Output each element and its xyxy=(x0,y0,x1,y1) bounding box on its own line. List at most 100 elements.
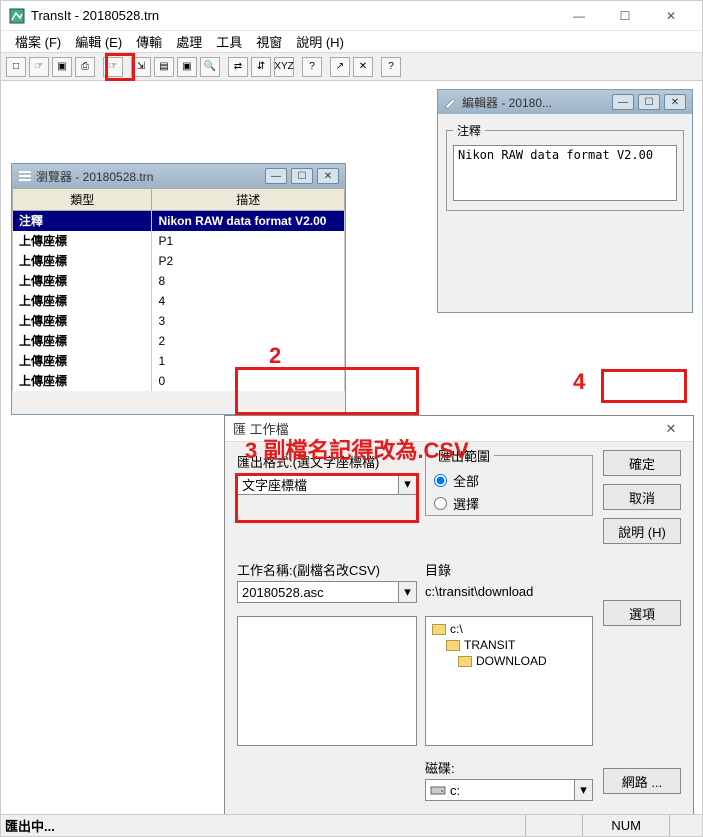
disk-combo[interactable]: c: ▾ xyxy=(425,779,593,801)
close-button[interactable]: ✕ xyxy=(648,1,694,31)
col-desc[interactable]: 描述 xyxy=(152,189,345,211)
status-empty2 xyxy=(669,815,702,836)
cell-desc: 0 xyxy=(152,371,345,391)
export-dialog: 匯 工作檔 ✕ 匯出格式:(選文字座標檔) 文字座標檔 ▾ 匯出範圍 xyxy=(224,415,694,835)
browser-close[interactable]: ✕ xyxy=(317,168,339,184)
name-label: 工作名稱:(副檔名改CSV) xyxy=(237,560,417,579)
browser-maximize[interactable]: ☐ xyxy=(291,168,313,184)
range-fieldset: 匯出範圍 全部 選擇 xyxy=(425,446,593,516)
col-type[interactable]: 類型 xyxy=(13,189,152,211)
menu-tools[interactable]: 工具 xyxy=(210,30,248,53)
browser-minimize[interactable]: — xyxy=(265,168,287,184)
folder-open-icon xyxy=(432,624,446,635)
folder-tree[interactable]: c:\ TRANSIT DOWNLOAD xyxy=(425,616,593,746)
toolbar-button-7[interactable]: ⇲ xyxy=(131,57,151,77)
toolbar-button-0[interactable]: □ xyxy=(6,57,26,77)
network-button[interactable]: 網路 ... xyxy=(603,768,681,794)
window-title: TransIt - 20180528.trn xyxy=(31,8,556,23)
toolbar-button-5[interactable]: ☞ xyxy=(103,57,123,77)
toolbar-button-2[interactable]: ▣ xyxy=(52,57,72,77)
tree-root[interactable]: c:\ xyxy=(430,621,588,637)
cell-desc: 4 xyxy=(152,291,345,311)
cell-type: 注釋 xyxy=(13,211,152,231)
range-all-radio[interactable] xyxy=(434,474,447,487)
editor-maximize[interactable]: ☐ xyxy=(638,94,660,110)
browser-window: 瀏覽器 - 20180528.trn — ☐ ✕ 類型 描述 注釋Nikon R… xyxy=(11,163,346,415)
cell-desc: P2 xyxy=(152,251,345,271)
format-value: 文字座標檔 xyxy=(242,475,307,494)
maximize-button[interactable]: ☐ xyxy=(602,1,648,31)
cell-desc: Nikon RAW data format V2.00 xyxy=(152,211,345,231)
help-button[interactable]: 說明 (H) xyxy=(603,518,681,544)
format-combo[interactable]: 文字座標檔 ▾ xyxy=(237,473,417,495)
range-all[interactable]: 全部 xyxy=(434,471,584,490)
main-window: TransIt - 20180528.trn — ☐ ✕ 檔案 (F) 編輯 (… xyxy=(0,0,703,837)
toolbar-button-10[interactable]: 🔍 xyxy=(200,57,220,77)
editor-titlebar: 編輯器 - 20180... — ☐ ✕ xyxy=(438,90,692,114)
file-listbox[interactable] xyxy=(237,616,417,746)
toolbar-button-14[interactable]: XYZ xyxy=(274,57,294,77)
cell-desc: P1 xyxy=(152,231,345,251)
toolbar-button-3[interactable]: ⎙ xyxy=(75,57,95,77)
toolbar-button-19[interactable]: ✕ xyxy=(353,57,373,77)
menu-help[interactable]: 說明 (H) xyxy=(290,30,350,53)
range-sel-radio[interactable] xyxy=(434,497,447,510)
minimize-button[interactable]: — xyxy=(556,1,602,31)
browser-table[interactable]: 類型 描述 注釋Nikon RAW data format V2.00上傳座標P… xyxy=(12,188,345,391)
range-legend: 匯出範圍 xyxy=(434,446,494,465)
table-row[interactable]: 上傳座標8 xyxy=(13,271,345,291)
statusbar: 匯出中... NUM xyxy=(1,814,702,836)
format-label: 匯出格式:(選文字座標檔) xyxy=(237,452,417,471)
menu-edit[interactable]: 編輯 (E) xyxy=(69,30,128,53)
client-area: 瀏覽器 - 20180528.trn — ☐ ✕ 類型 描述 注釋Nikon R… xyxy=(1,81,702,814)
cancel-button[interactable]: 取消 xyxy=(603,484,681,510)
toolbar-button-13[interactable]: ⇵ xyxy=(251,57,271,77)
name-value: 20180528.asc xyxy=(242,585,324,600)
toolbar-button-1[interactable]: ☞ xyxy=(29,57,49,77)
cell-desc: 8 xyxy=(152,271,345,291)
toolbar-button-18[interactable]: ↗ xyxy=(330,57,350,77)
toolbar-button-12[interactable]: ⇄ xyxy=(228,57,248,77)
editor-close[interactable]: ✕ xyxy=(664,94,686,110)
menu-file[interactable]: 檔案 (F) xyxy=(9,30,67,53)
editor-title: 編輯器 - 20180... xyxy=(462,94,612,111)
range-selection[interactable]: 選擇 xyxy=(434,494,584,513)
table-row[interactable]: 上傳座標2 xyxy=(13,331,345,351)
cell-desc: 1 xyxy=(152,351,345,371)
toolbar-button-16[interactable]: ? xyxy=(302,57,322,77)
cell-type: 上傳座標 xyxy=(13,271,152,291)
menu-transfer[interactable]: 傳輸 xyxy=(130,30,168,53)
editor-textarea[interactable] xyxy=(453,145,677,201)
folder-open-icon xyxy=(446,640,460,651)
options-button[interactable]: 選項 xyxy=(603,600,681,626)
tree-item[interactable]: DOWNLOAD xyxy=(430,653,588,669)
table-row[interactable]: 上傳座標1 xyxy=(13,351,345,371)
name-combo[interactable]: 20180528.asc ▾ xyxy=(237,581,417,603)
menu-view[interactable]: 視窗 xyxy=(250,30,288,53)
pencil-icon xyxy=(444,95,458,109)
editor-minimize[interactable]: — xyxy=(612,94,634,110)
table-row[interactable]: 上傳座標3 xyxy=(13,311,345,331)
cell-type: 上傳座標 xyxy=(13,251,152,271)
browser-titlebar: 瀏覽器 - 20180528.trn — ☐ ✕ xyxy=(12,164,345,188)
chevron-down-icon: ▾ xyxy=(398,474,416,494)
menu-process[interactable]: 處理 xyxy=(170,30,208,53)
toolbar-button-8[interactable]: ▤ xyxy=(154,57,174,77)
menubar: 檔案 (F) 編輯 (E) 傳輸 處理 工具 視窗 說明 (H) xyxy=(1,31,702,53)
status-text: 匯出中... xyxy=(1,816,525,835)
chevron-down-icon: ▾ xyxy=(574,780,592,800)
table-row[interactable]: 注釋Nikon RAW data format V2.00 xyxy=(13,211,345,231)
table-row[interactable]: 上傳座標P1 xyxy=(13,231,345,251)
table-row[interactable]: 上傳座標P2 xyxy=(13,251,345,271)
toolbar-button-21[interactable]: ? xyxy=(381,57,401,77)
tree-item[interactable]: TRANSIT xyxy=(430,637,588,653)
table-row[interactable]: 上傳座標4 xyxy=(13,291,345,311)
table-row[interactable]: 上傳座標0 xyxy=(13,371,345,391)
toolbar: □☞▣⎙☞⇲▤▣🔍⇄⇵XYZ?↗✕? xyxy=(1,53,702,81)
dialog-close[interactable]: ✕ xyxy=(657,418,685,440)
editor-window: 編輯器 - 20180... — ☐ ✕ 注釋 xyxy=(437,89,693,313)
cell-type: 上傳座標 xyxy=(13,291,152,311)
toolbar-button-9[interactable]: ▣ xyxy=(177,57,197,77)
ok-button[interactable]: 確定 xyxy=(603,450,681,476)
cell-type: 上傳座標 xyxy=(13,331,152,351)
